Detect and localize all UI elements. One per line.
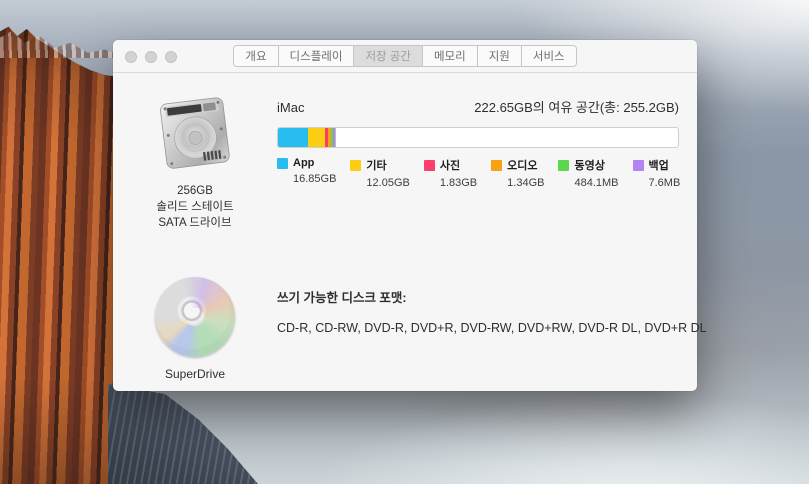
writable-formats-title: 쓰기 가능한 디스크 포맷: [277, 287, 679, 306]
tab-support[interactable]: 지원 [478, 46, 522, 66]
photos-swatch [424, 160, 435, 171]
legend-size: 12.05GB [366, 177, 409, 189]
tab-service[interactable]: 서비스 [522, 46, 576, 66]
tab-overview[interactable]: 개요 [234, 46, 278, 66]
legend-size: 1.34GB [507, 177, 544, 189]
free-space-text: 222.65GB의 여유 공간(총: 255.2GB) [474, 97, 679, 116]
legend-size: 7.6MB [649, 177, 681, 189]
audio-swatch [491, 160, 502, 171]
minimize-button[interactable] [145, 51, 157, 63]
legend-size: 1.83GB [440, 177, 477, 189]
legend-item-backups: 백업 7.6MB [633, 157, 681, 189]
tab-memory[interactable]: 메모리 [423, 46, 478, 66]
wallpaper-cliff [0, 0, 122, 484]
desktop-wallpaper: 개요 디스플레이 저장 공간 메모리 지원 서비스 [0, 0, 809, 484]
disk-capacity: 256GB [156, 183, 233, 199]
volume-name: iMac [277, 100, 304, 115]
titlebar[interactable]: 개요 디스플레이 저장 공간 메모리 지원 서비스 [113, 40, 697, 73]
storage-usage-bar [277, 127, 679, 148]
disk-caption: 256GB 솔리드 스테이트 SATA 드라이브 [156, 183, 233, 231]
legend-item-other: 기타 12.05GB [350, 157, 409, 189]
app-swatch [277, 158, 288, 169]
bar-used-free-divider [335, 128, 336, 147]
close-button[interactable] [125, 51, 137, 63]
legend-size: 484.1MB [574, 177, 618, 189]
legend-label: 사진 [440, 157, 460, 173]
legend-label: 동영상 [574, 157, 604, 173]
tab-displays[interactable]: 디스플레이 [279, 46, 355, 66]
superdrive-label: SuperDrive [165, 366, 225, 382]
backups-swatch [633, 160, 644, 171]
legend-item-app: App 16.85GB [277, 157, 336, 189]
bar-segment-App [278, 128, 308, 147]
legend-label: App [293, 157, 314, 169]
about-mac-storage-window: 개요 디스플레이 저장 공간 메모리 지원 서비스 [113, 40, 697, 391]
legend-label: 오디오 [507, 157, 537, 173]
tab-storage[interactable]: 저장 공간 [354, 46, 423, 66]
window-controls [125, 40, 177, 73]
legend-label: 백업 [649, 157, 669, 173]
storage-legend: App 16.85GB 기타 12.05GB 사진 1.83GB [277, 157, 679, 189]
wallpaper-granite-slope [108, 384, 258, 484]
hard-drive-icon [156, 94, 234, 174]
legend-item-audio: 오디오 1.34GB [491, 157, 544, 189]
legend-item-movies: 동영상 484.1MB [558, 157, 618, 189]
legend-label: 기타 [366, 157, 386, 173]
legend-size: 16.85GB [293, 173, 336, 185]
storage-pane: 256GB 솔리드 스테이트 SATA 드라이브 iMac 222.65GB의 … [113, 94, 697, 382]
movies-swatch [558, 160, 569, 171]
writable-formats-list: CD-R, CD-RW, DVD-R, DVD+R, DVD-RW, DVD+R… [277, 321, 679, 335]
legend-item-photos: 사진 1.83GB [424, 157, 477, 189]
other-swatch [350, 160, 361, 171]
wallpaper-cliff-rim [0, 24, 122, 58]
disk-bus: SATA 드라이브 [156, 215, 233, 231]
disk-type: 솔리드 스테이트 [156, 199, 233, 215]
bar-segment-기타 [308, 128, 325, 147]
superdrive-disc-icon [155, 277, 235, 357]
zoom-button[interactable] [165, 51, 177, 63]
tab-bar: 개요 디스플레이 저장 공간 메모리 지원 서비스 [233, 45, 576, 67]
